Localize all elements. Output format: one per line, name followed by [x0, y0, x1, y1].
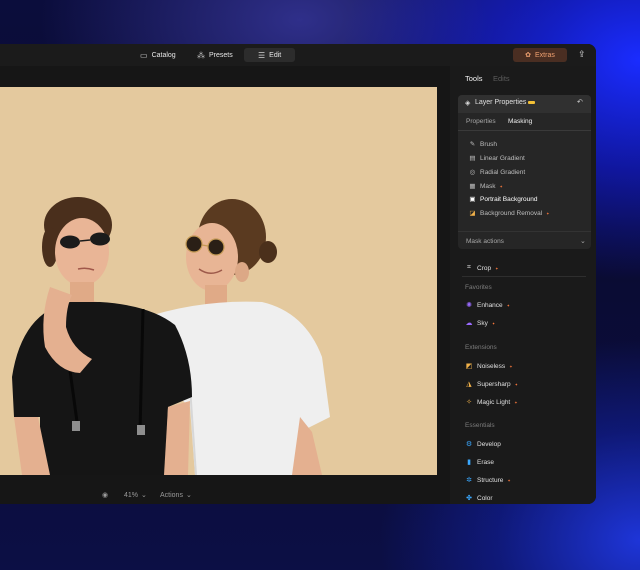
- tool-noiseless[interactable]: ◩ Noiseless ✦: [465, 362, 513, 371]
- edit-label: Edit: [269, 51, 282, 59]
- mask-item-label: Mask: [480, 182, 496, 190]
- tool-structure[interactable]: ✲ Structure ✦: [465, 476, 511, 485]
- undo-icon[interactable]: ↶: [577, 98, 583, 106]
- ai-badge: ✦: [506, 302, 511, 308]
- tool-label: Sky: [477, 319, 488, 327]
- photo-canvas[interactable]: [0, 87, 437, 475]
- radial-gradient-icon: ◎: [469, 169, 476, 176]
- presets-icon: ⁂: [197, 50, 205, 60]
- ai-badge: ✦: [546, 210, 550, 216]
- edit-button[interactable]: ☰ Edit: [244, 48, 296, 62]
- zoom-dropdown[interactable]: 41% ⌄: [124, 491, 147, 500]
- noiseless-icon: ◩: [465, 363, 473, 370]
- ai-badge: ✦: [491, 320, 496, 326]
- tool-label: Develop: [477, 440, 501, 448]
- mask-item-brush[interactable]: ✎ Brush: [469, 140, 497, 149]
- tool-label: Enhance: [477, 301, 503, 309]
- color-icon: ✤: [466, 495, 472, 502]
- bottom-toolbar: ◉ 41% ⌄ Actions ⌄: [0, 490, 450, 504]
- tool-erase[interactable]: ▮ Erase: [465, 458, 494, 467]
- actions-dropdown[interactable]: Actions ⌄: [160, 491, 192, 500]
- divider: [458, 130, 591, 131]
- tool-label: Color: [477, 494, 493, 502]
- divider: [462, 276, 586, 277]
- layers-icon: ◈: [465, 100, 471, 107]
- layer-properties-title: Layer Properties: [475, 99, 536, 106]
- ai-badge: ✦: [495, 265, 499, 271]
- catalog-label: Catalog: [151, 51, 176, 59]
- background-removal-icon: ◪: [469, 210, 476, 217]
- section-essentials: Essentials: [465, 422, 495, 429]
- chevron-down-icon[interactable]: ⌄: [580, 237, 586, 245]
- mask-item-radial-gradient[interactable]: ◎ Radial Gradient: [469, 168, 526, 177]
- tool-color[interactable]: ✤ Color: [465, 494, 493, 503]
- layer-properties-label: Layer Properties: [475, 99, 527, 106]
- tool-supersharp[interactable]: ◮ Supersharp ✦: [465, 380, 518, 389]
- tool-label: Magic Light: [477, 398, 511, 406]
- tab-tools[interactable]: Tools: [465, 74, 483, 83]
- ai-badge: ✦: [514, 399, 518, 405]
- extras-icon: ✿: [525, 52, 532, 59]
- tool-crop[interactable]: ⌗ Crop ✦: [465, 264, 498, 272]
- tool-label: Erase: [477, 458, 494, 466]
- ai-badge: ✦: [507, 477, 511, 483]
- presets-button[interactable]: ⁂ Presets: [197, 48, 233, 62]
- enhance-icon: ✺: [466, 302, 472, 309]
- mask-item-background-removal[interactable]: ◪ Background Removal ✦: [469, 209, 550, 218]
- develop-icon: ⚙: [465, 441, 473, 448]
- catalog-button[interactable]: ▭ Catalog: [140, 48, 176, 62]
- sliders-icon: ☰: [258, 50, 266, 60]
- folder-icon: ▭: [140, 50, 148, 60]
- chevron-down-icon: ⌄: [185, 492, 192, 499]
- mask-actions-label[interactable]: Mask actions: [466, 238, 504, 245]
- mask-item-label: Linear Gradient: [480, 154, 525, 162]
- erase-icon: ▮: [467, 459, 471, 466]
- mask-item-label: Radial Gradient: [480, 168, 526, 176]
- zoom-value: 41%: [124, 491, 139, 499]
- actions-label: Actions: [160, 491, 183, 499]
- top-toolbar: ▭ Catalog ⁂ Presets ☰ Edit ✿ Extras ⇪: [0, 44, 596, 66]
- tool-label: Crop: [477, 264, 492, 272]
- tool-sky[interactable]: ☁ Sky ✦: [465, 319, 496, 328]
- tool-magic-light[interactable]: ✧ Magic Light ✦: [465, 398, 518, 407]
- subtab-masking[interactable]: Masking: [508, 118, 532, 125]
- ai-badge: ✦: [499, 183, 503, 189]
- ai-badge: ✦: [514, 381, 518, 387]
- tool-label: Supersharp: [477, 380, 511, 388]
- mask-item-portrait-background[interactable]: ▣ Portrait Background: [469, 195, 538, 204]
- eye-icon[interactable]: ◉: [102, 491, 108, 499]
- sky-icon: ☁: [465, 320, 473, 327]
- extras-label: Extras: [535, 51, 555, 59]
- tab-edits[interactable]: Edits: [493, 74, 510, 83]
- mask-item-mask[interactable]: ▦ Mask ✦: [469, 182, 503, 191]
- supersharp-icon: ◮: [466, 381, 472, 388]
- crop-icon: ⌗: [467, 264, 471, 271]
- tool-enhance[interactable]: ✺ Enhance ✦: [465, 301, 511, 310]
- brush-icon: ✎: [469, 141, 476, 148]
- tool-label: Structure: [477, 476, 504, 484]
- subtab-properties[interactable]: Properties: [466, 118, 496, 125]
- presets-label: Presets: [209, 51, 233, 59]
- mask-item-label: Background Removal: [480, 209, 543, 217]
- chevron-down-icon: ⌄: [141, 492, 147, 499]
- tool-label: Noiseless: [477, 362, 506, 370]
- new-badge: [528, 101, 536, 104]
- divider: [458, 231, 591, 232]
- tool-develop[interactable]: ⚙ Develop: [465, 440, 501, 449]
- section-extensions: Extensions: [465, 344, 497, 351]
- share-icon[interactable]: ⇪: [578, 49, 586, 60]
- mask-icon: ▦: [469, 183, 476, 190]
- ai-badge: ✦: [509, 363, 513, 369]
- portrait-icon: ▣: [469, 196, 476, 203]
- magic-light-icon: ✧: [466, 399, 472, 406]
- photo-image: [0, 87, 437, 475]
- section-favorites: Favorites: [465, 284, 492, 291]
- structure-icon: ✲: [466, 477, 472, 484]
- mask-item-label: Brush: [480, 140, 497, 148]
- mask-item-linear-gradient[interactable]: ▤ Linear Gradient: [469, 154, 525, 163]
- mask-item-label: Portrait Background: [480, 195, 538, 203]
- linear-gradient-icon: ▤: [469, 155, 476, 162]
- extras-button[interactable]: ✿ Extras: [513, 48, 567, 62]
